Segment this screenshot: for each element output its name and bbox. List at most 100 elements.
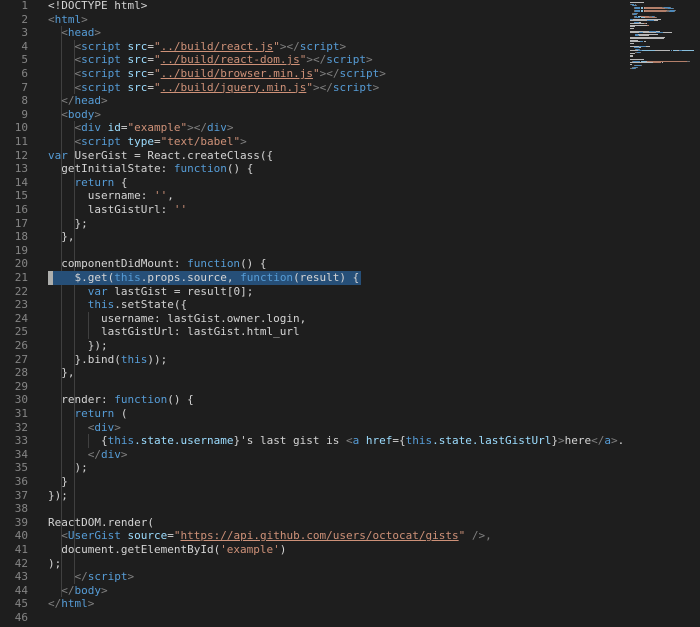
code-line[interactable]: return ( <box>48 407 128 421</box>
code-line[interactable]: }, <box>48 366 75 380</box>
code-line[interactable]: ReactDOM.render( <box>48 516 154 530</box>
code-line[interactable]: ); <box>48 461 88 475</box>
code-token: </ <box>48 597 62 611</box>
code-token: ( <box>114 407 128 420</box>
minimap[interactable] <box>624 0 700 627</box>
code-line[interactable]: return { <box>48 176 128 190</box>
code-token: = <box>167 529 174 543</box>
code-line[interactable]: <script type="text/babel"> <box>48 135 247 149</box>
code-token: }, <box>48 230 75 244</box>
code-line[interactable]: componentDidMount: function() { <box>48 257 266 271</box>
code-line[interactable]: username: '', <box>48 189 174 203</box>
code-token: " <box>273 39 280 53</box>
code-token: }, <box>48 366 75 380</box>
code-line[interactable]: </div> <box>48 448 128 462</box>
code-token: function <box>173 162 227 176</box>
code-line[interactable]: document.getElementById('example') <box>48 543 286 557</box>
minimap-mark <box>661 62 663 63</box>
code-line[interactable]: <!DOCTYPE html> <box>48 0 147 13</box>
code-token: " <box>154 80 161 94</box>
code-line[interactable]: var lastGist = result[0]; <box>48 284 254 299</box>
code-token: lastGist = result[0]; <box>107 284 254 298</box>
code-token: script <box>339 67 380 80</box>
code-line[interactable]: render: function() { <box>48 393 193 407</box>
code-token: > <box>127 570 135 584</box>
code-line[interactable]: <script src="../build/jquery.min.js"></s… <box>48 80 380 95</box>
code-token: />, <box>465 529 492 543</box>
code-token: head <box>67 26 95 40</box>
code-token: > <box>365 53 373 67</box>
code-line[interactable]: this.setState({ <box>48 298 187 312</box>
code-token: lastGistUrl: lastGist.html_url <box>48 325 300 339</box>
code-token: function <box>187 257 241 271</box>
code-token: ) <box>279 543 287 556</box>
code-token: this <box>87 298 115 312</box>
code-token: { <box>48 434 108 448</box>
line-number: 24 <box>14 311 28 325</box>
code-line[interactable]: }; <box>48 217 87 231</box>
line-number: 21 <box>14 271 28 284</box>
minimap-mark <box>637 12 639 14</box>
minimap-mark <box>654 20 658 21</box>
code-token: > <box>379 67 386 80</box>
code-line[interactable]: lastGistUrl: '' <box>48 203 187 217</box>
code-editor[interactable]: 1 2 3 4 5 6 7 8 9 10 11 12 13 14 15 16 17 18 19 20 21 22 23 24 2… <box>0 0 700 627</box>
code-line[interactable]: </html> <box>48 597 94 611</box>
code-token: > <box>94 26 101 40</box>
code-line[interactable]: {this.state.username}'s last gist is <a … <box>48 434 624 448</box>
code-line[interactable]: <head> <box>48 26 101 40</box>
code-token: = <box>154 135 161 148</box>
code-line[interactable]: <div> <box>48 421 121 435</box>
code-line[interactable]: <div id="example"></div> <box>48 121 234 135</box>
code-token: script <box>81 80 121 94</box>
code-line[interactable]: <UserGist source="https://api.github.com… <box>48 529 492 543</box>
code-token: )); <box>147 352 168 366</box>
code-line[interactable]: lastGistUrl: lastGist.html_url <box>48 325 300 339</box>
code-token: here <box>564 434 592 448</box>
line-number: 40 <box>14 529 28 543</box>
line-number: 7 <box>21 80 28 94</box>
code-line[interactable]: var UserGist = React.createClass({ <box>48 149 273 163</box>
code-line[interactable]: <script src="../build/browser.min.js"></… <box>48 67 386 81</box>
code-line[interactable]: </body> <box>48 584 107 598</box>
code-line[interactable]: username: lastGist.owner.login, <box>48 312 306 326</box>
code-token: getInitialState: <box>48 162 174 176</box>
line-number-gutter[interactable]: 1 2 3 4 5 6 7 8 9 10 11 12 13 14 15 16 17 18 19 20 21 22 23 24 2… <box>0 0 34 627</box>
code-area[interactable]: <!DOCTYPE html> <html> <head> <script src… <box>48 0 624 627</box>
code-line[interactable]: }.bind(this)); <box>48 353 167 367</box>
code-line[interactable]: <script src="../build/react.js"></script… <box>48 39 347 54</box>
code-token: div <box>81 121 101 135</box>
code-token: = <box>147 39 154 53</box>
code-line[interactable]: getInitialState: function() { <box>48 162 253 176</box>
code-token: ../build/browser.min.js <box>160 67 313 80</box>
code-line[interactable]: ); <box>48 557 61 571</box>
line-number: 22 <box>14 284 28 298</box>
code-token: </ <box>591 434 605 448</box>
code-line[interactable]: }); <box>48 339 108 353</box>
code-line[interactable]: $.get(this.props.source, function(result… <box>48 271 359 285</box>
code-line[interactable]: }, <box>48 230 75 244</box>
line-number: 27 <box>14 352 28 366</box>
code-line[interactable]: } <box>48 475 68 489</box>
code-line[interactable]: </head> <box>48 94 107 108</box>
code-token: > <box>558 434 565 448</box>
code-line[interactable]: <script src="../build/react-dom.js"></sc… <box>48 53 373 67</box>
line-number: 18 <box>14 230 28 244</box>
minimap-mark <box>643 41 647 42</box>
code-line[interactable]: <body> <box>48 108 101 122</box>
code-token: "example" <box>127 121 188 135</box>
minimap-mark <box>645 11 666 12</box>
code-token: ReactDOM.render( <box>48 515 154 529</box>
code-line[interactable]: </script> <box>48 570 135 584</box>
code-line[interactable]: <html> <box>48 13 88 27</box>
code-line[interactable]: }); <box>48 489 68 503</box>
code-token: ); <box>48 461 88 475</box>
